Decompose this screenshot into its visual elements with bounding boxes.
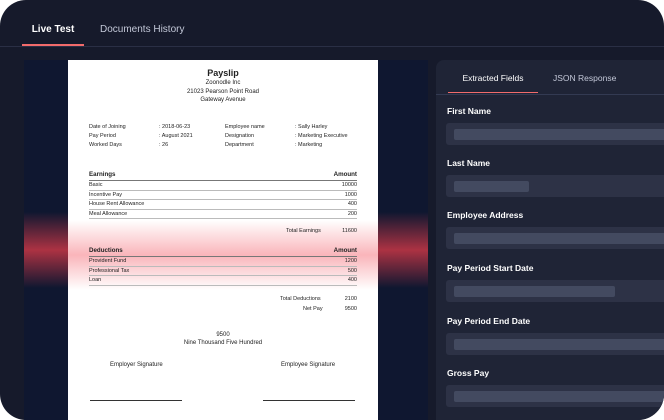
field-pay-period-end-date: Pay Period End Date bbox=[436, 316, 664, 368]
employee-signature-line bbox=[263, 400, 355, 401]
table-row: Professional Tax 500 bbox=[89, 267, 357, 276]
row-amount: 500 bbox=[347, 267, 357, 274]
field-value-box[interactable] bbox=[446, 123, 664, 145]
row-label: House Rent Allowance bbox=[89, 201, 145, 207]
earnings-title: Earnings bbox=[89, 171, 116, 178]
amount-number: 9500 bbox=[216, 332, 230, 338]
field-value-placeholder bbox=[454, 339, 664, 350]
net-pay-label: Net Pay bbox=[303, 306, 323, 312]
employee-info-right: Employee name : Sally Harley Designation:… bbox=[225, 123, 348, 150]
row-amount: 1000 bbox=[344, 191, 357, 198]
row-label: Meal Allowance bbox=[89, 210, 128, 217]
info-key: Employee name bbox=[225, 124, 265, 130]
employer-signature-line bbox=[90, 400, 182, 401]
tab-documents-history[interactable]: Documents History bbox=[100, 0, 184, 44]
company-name: Zoonodle Inc bbox=[205, 80, 241, 86]
net-pay-value: 9500 bbox=[344, 306, 357, 312]
deductions-header: Deductions Amount bbox=[89, 246, 357, 257]
info-key: Pay Period bbox=[89, 133, 116, 139]
earnings-header: Earnings Amount bbox=[89, 170, 357, 181]
field-label: Gross Pay bbox=[447, 368, 490, 378]
earnings-amount-header: Amount bbox=[333, 171, 357, 178]
info-value: : Sally Harley bbox=[295, 124, 328, 130]
field-gross-pay: Gross Pay bbox=[436, 368, 664, 420]
info-key: Date of Joining bbox=[89, 124, 126, 130]
table-row: Incentive Pay 1000 bbox=[89, 191, 357, 200]
deductions-table: Deductions Amount Provident Fund 1200 Pro… bbox=[89, 246, 357, 286]
field-label: Pay Period End Date bbox=[447, 316, 531, 326]
payslip-document: Payslip Zoonodle Inc 21023 Pearson Point… bbox=[68, 60, 378, 420]
row-amount: 200 bbox=[347, 210, 357, 217]
total-earnings-label: Total Earnings bbox=[286, 228, 321, 234]
info-key: Designation bbox=[225, 133, 255, 139]
employment-info-left: Date of Joining : 2018-06-23 Pay Period : … bbox=[89, 123, 193, 150]
field-employee-address: Employee Address bbox=[436, 210, 664, 262]
field-value-placeholder bbox=[454, 286, 615, 297]
field-value-placeholder bbox=[454, 181, 529, 192]
company-address-line1: 21023 Pearson Point Road bbox=[186, 89, 260, 95]
app-window: Live Test Documents History Payslip Zoon… bbox=[0, 0, 664, 420]
total-deductions-label: Total Deductions bbox=[280, 296, 321, 302]
field-last-name: Last Name bbox=[436, 158, 664, 210]
row-label: Basic bbox=[89, 182, 103, 188]
info-key: Worked Days bbox=[89, 142, 122, 148]
employer-signature-label: Employer Signature bbox=[110, 362, 163, 368]
company-address-line2: Gateway Avenue bbox=[200, 97, 246, 103]
top-tab-bar: Live Test Documents History bbox=[0, 0, 664, 47]
row-amount: 400 bbox=[347, 277, 357, 283]
field-first-name: First Name bbox=[436, 106, 664, 158]
earnings-table: Earnings Amount Basic 10000 Incentive Pay… bbox=[89, 170, 357, 219]
field-label: First Name bbox=[447, 106, 491, 116]
field-value-placeholder bbox=[454, 391, 664, 402]
deductions-title: Deductions bbox=[89, 247, 123, 254]
row-label: Professional Tax bbox=[89, 267, 130, 274]
info-value: : 2018-06-23 bbox=[159, 124, 191, 130]
field-label: Pay Period Start Date bbox=[447, 263, 534, 273]
info-key: Department bbox=[225, 142, 254, 148]
row-label: Provident Fund bbox=[89, 258, 127, 264]
field-label: Last Name bbox=[447, 158, 490, 168]
field-value-box[interactable] bbox=[446, 227, 664, 249]
row-label: Incentive Pay bbox=[89, 191, 123, 198]
amount-in-words: Nine Thousand Five Hundred bbox=[183, 340, 263, 346]
row-amount: 1200 bbox=[344, 258, 357, 264]
field-value-box[interactable] bbox=[446, 175, 664, 197]
table-row: House Rent Allowance 400 bbox=[89, 200, 357, 210]
field-value-box[interactable] bbox=[446, 280, 664, 302]
panel-tab-bar: Extracted Fields JSON Response bbox=[436, 60, 664, 95]
field-pay-period-start-date: Pay Period Start Date bbox=[436, 263, 664, 315]
extraction-panel: Extracted Fields JSON Response First Nam… bbox=[436, 60, 664, 420]
total-deductions-value: 2100 bbox=[344, 296, 357, 302]
table-row: Loan 400 bbox=[89, 276, 357, 286]
field-value-placeholder bbox=[454, 233, 664, 244]
total-earnings-value: 11600 bbox=[342, 228, 357, 234]
deductions-amount-header: Amount bbox=[333, 247, 357, 254]
field-value-box[interactable] bbox=[446, 333, 664, 355]
table-row: Meal Allowance 200 bbox=[89, 210, 357, 219]
payslip-title: Payslip bbox=[207, 68, 239, 78]
table-row: Provident Fund 1200 bbox=[89, 257, 357, 267]
row-label: Loan bbox=[89, 277, 102, 283]
tab-json-response[interactable]: JSON Response bbox=[553, 60, 616, 92]
table-row: Basic 10000 bbox=[89, 181, 357, 191]
tab-live-test[interactable]: Live Test bbox=[22, 0, 84, 46]
tab-extracted-fields[interactable]: Extracted Fields bbox=[448, 60, 538, 93]
info-value: : 26 bbox=[159, 142, 169, 148]
row-amount: 400 bbox=[347, 201, 357, 207]
info-value: : August 2021 bbox=[159, 133, 193, 139]
field-value-placeholder bbox=[454, 129, 664, 140]
info-value: : Marketing Executive bbox=[295, 133, 348, 139]
row-amount: 10000 bbox=[341, 182, 357, 188]
field-label: Employee Address bbox=[447, 210, 524, 220]
info-value: : Marketing bbox=[295, 142, 323, 148]
field-value-box[interactable] bbox=[446, 385, 664, 407]
employee-signature-label: Employee Signature bbox=[281, 362, 336, 368]
